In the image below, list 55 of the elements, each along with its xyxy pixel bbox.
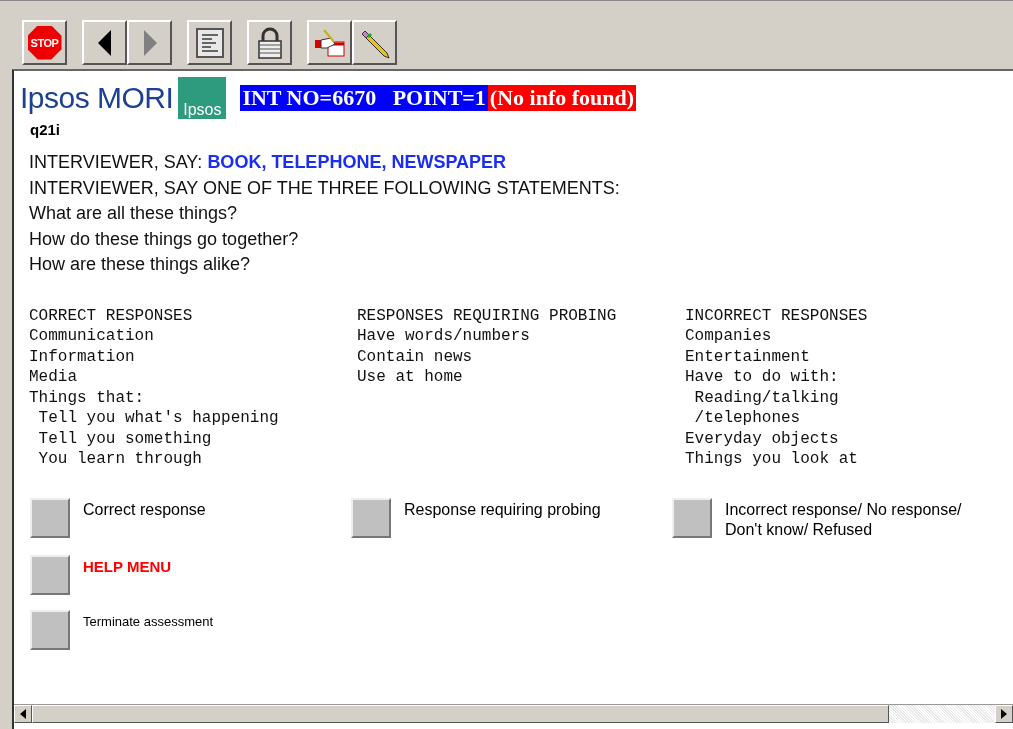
response-text: Tell you what's happening	[37, 408, 280, 429]
document-icon	[194, 27, 225, 58]
response-text: Reading/talking	[693, 387, 840, 409]
response-text: Media	[29, 367, 78, 388]
response-text: Tell you something	[37, 428, 213, 450]
option-label: Correct response	[83, 499, 206, 520]
response-text: Use at home	[357, 367, 464, 388]
calendar-button[interactable]	[307, 20, 352, 65]
option-label: HELP MENU	[83, 556, 172, 577]
stop-button[interactable]: STOP	[22, 20, 67, 65]
forward-arrow-icon	[142, 29, 157, 56]
status-label: (No info found)	[487, 85, 637, 111]
instruction-text: How are these things alike?	[29, 253, 252, 277]
question-id: q21i	[30, 121, 61, 138]
instruction-text: INTERVIEWER, SAY: BOOK, TELEPHONE, NEWSPAPER	[29, 151, 508, 174]
instruction-text: How do these things go together?	[29, 227, 300, 251]
response-text: Have words/numbers	[357, 326, 531, 347]
option-label: Incorrect response/ No response/ Don't know/ Refused	[725, 499, 963, 540]
response-text: Information	[29, 346, 136, 368]
column-heading: RESPONSES REQUIRING PROBING	[357, 305, 618, 327]
option-button[interactable]	[351, 497, 391, 538]
response-text: Entertainment	[685, 346, 811, 368]
column-heading: INCORRECT RESPONSES	[685, 305, 869, 327]
option-button[interactable]	[30, 497, 70, 538]
instruction-text: INTERVIEWER, SAY ONE OF THE THREE FOLLOWING STATEMENTS:	[29, 176, 621, 200]
scroll-left-icon[interactable]	[20, 709, 26, 719]
back-arrow-icon	[97, 29, 112, 56]
logo-badge: Ipsos	[178, 77, 227, 119]
scroll-thumb[interactable]	[32, 705, 889, 723]
instruction-text: What are all these things?	[29, 202, 239, 226]
stop-label: STOP	[30, 36, 59, 49]
response-text: You learn through	[37, 449, 203, 470]
hand-calendar-icon	[313, 27, 346, 58]
response-text: Things you look at	[685, 449, 859, 470]
option-button[interactable]	[30, 554, 70, 595]
option-label: Response requiring probing	[404, 499, 601, 520]
pencil-button[interactable]	[352, 20, 397, 65]
logo-text: Ipsos MORI	[20, 81, 174, 115]
back-button[interactable]	[82, 20, 127, 65]
option-button[interactable]	[30, 609, 70, 650]
response-text: Everyday objects	[685, 428, 840, 450]
horizontal-scrollbar[interactable]	[14, 704, 1013, 723]
response-text: Have to do with:	[685, 367, 840, 388]
response-text: Things that:	[29, 387, 146, 409]
lock-button[interactable]	[247, 20, 292, 65]
option-button[interactable]	[672, 497, 712, 538]
interview-number: INT NO=6670 POINT=1	[240, 85, 488, 111]
column-heading: CORRECT RESPONSES	[29, 305, 194, 327]
scroll-right-icon[interactable]	[1001, 709, 1007, 719]
response-text: Companies	[685, 326, 773, 347]
document-button[interactable]	[187, 20, 232, 65]
option-label: Terminate assessment	[83, 612, 214, 631]
response-text: Contain news	[357, 346, 474, 368]
response-text: /telephones	[693, 408, 802, 429]
response-text: Communication	[29, 326, 155, 347]
